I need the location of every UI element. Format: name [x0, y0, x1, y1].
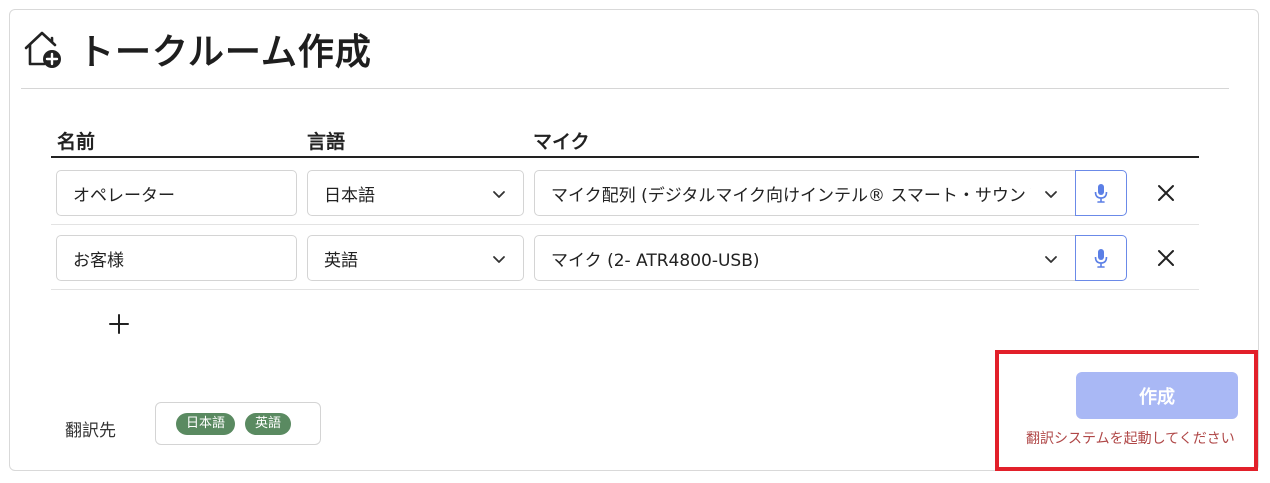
table-row: お客様 英語 マイク (2- ATR4800-USB): [51, 225, 1199, 290]
translation-target-label: 翻訳先: [65, 421, 116, 441]
mic-test-button[interactable]: [1075, 235, 1127, 281]
column-header-language: 言語: [307, 131, 346, 153]
participant-name-value: お客様: [73, 250, 124, 271]
mic-select-value: マイク (2- ATR4800-USB): [551, 250, 760, 271]
mic-select[interactable]: マイク配列 (デジタルマイク向けインテル® スマート・サウンド・テクノロジー): [534, 170, 1076, 216]
microphone-icon: [1094, 184, 1108, 203]
page-title: トークルーム作成: [78, 32, 372, 73]
participant-name-value: オペレーター: [73, 185, 175, 206]
language-select-value: 英語: [324, 250, 358, 271]
language-select[interactable]: 英語: [307, 235, 524, 281]
column-header-mic: マイク: [533, 131, 590, 153]
participant-name-input[interactable]: オペレーター: [56, 170, 297, 216]
translation-target-box: 日本語 英語: [155, 402, 321, 445]
column-header-name: 名前: [57, 131, 96, 153]
close-icon[interactable]: [1155, 182, 1177, 204]
chevron-down-icon: [1045, 191, 1057, 198]
plus-icon[interactable]: [108, 313, 130, 335]
language-select[interactable]: 日本語: [307, 170, 524, 216]
table-header: 名前 言語 マイク: [51, 118, 1199, 158]
chevron-down-icon: [1045, 256, 1057, 263]
home-plus-icon: [24, 31, 61, 68]
page-header: トークルーム作成: [22, 24, 372, 74]
highlight-box: [995, 350, 1258, 471]
microphone-icon: [1094, 249, 1108, 268]
mic-select-value: マイク配列 (デジタルマイク向けインテル® スマート・サウンド・テクノロジー): [551, 185, 1031, 206]
header-divider: [21, 88, 1229, 89]
language-select-value: 日本語: [324, 185, 375, 206]
mic-select[interactable]: マイク (2- ATR4800-USB): [534, 235, 1076, 281]
target-language-chip: 英語: [245, 412, 292, 435]
target-language-chip: 日本語: [176, 412, 236, 435]
mic-test-button[interactable]: [1075, 170, 1127, 216]
participant-name-input[interactable]: お客様: [56, 235, 297, 281]
chevron-down-icon: [493, 256, 505, 263]
close-icon[interactable]: [1155, 247, 1177, 269]
table-row: オペレーター 日本語 マイク配列 (デジタルマイク向けインテル® スマート・サウ…: [51, 160, 1199, 225]
chevron-down-icon: [493, 191, 505, 198]
